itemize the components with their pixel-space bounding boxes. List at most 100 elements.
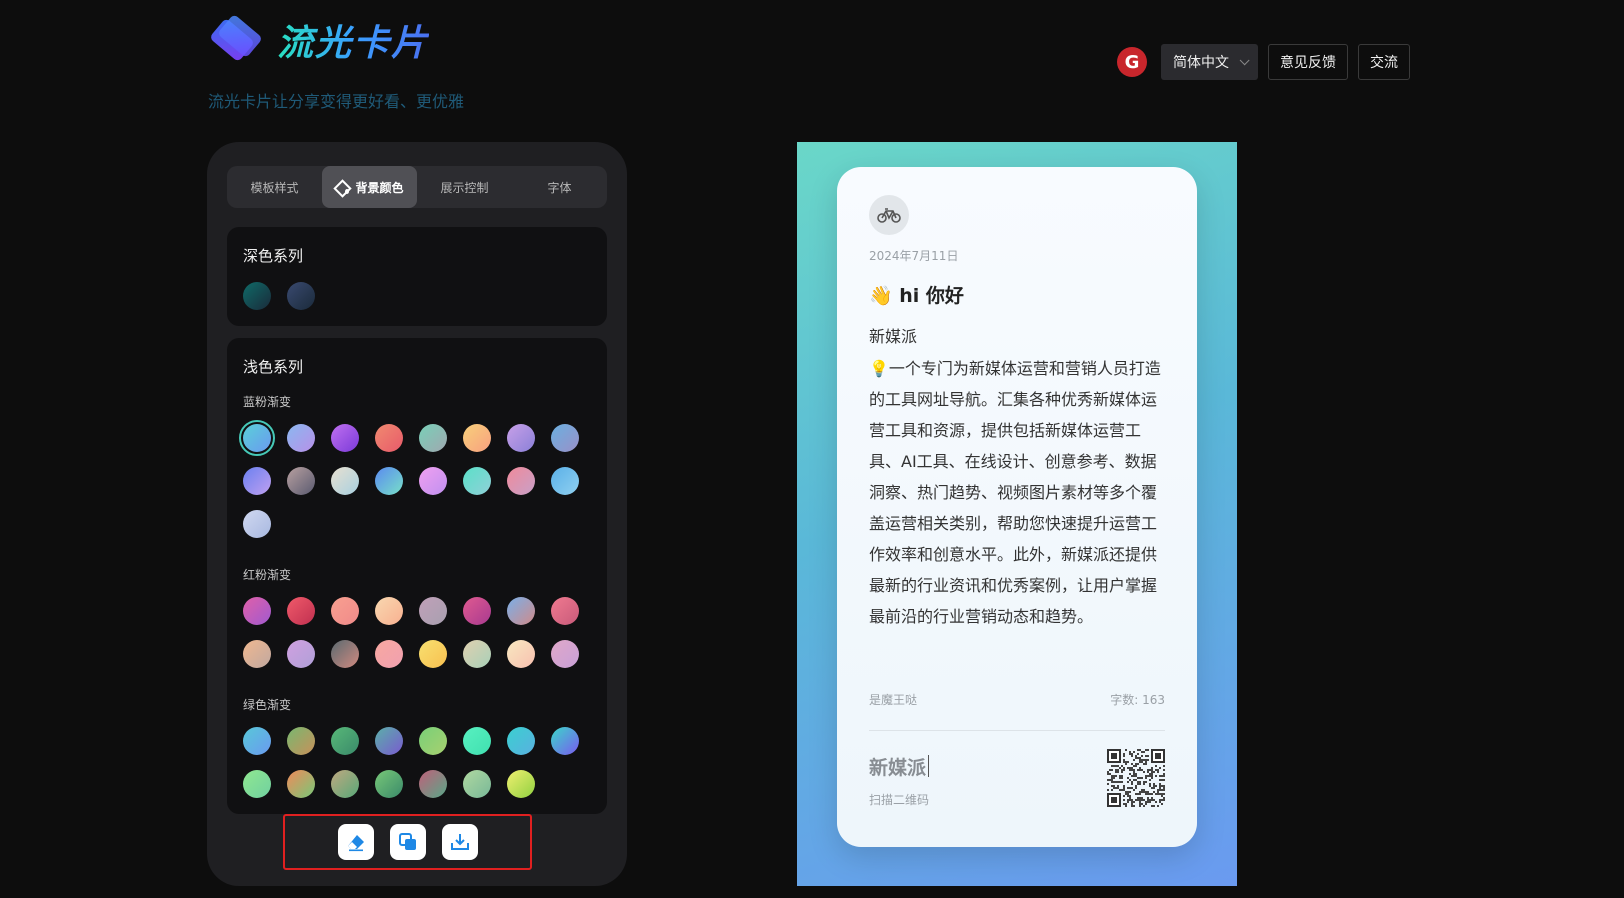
color-swatch[interactable] [331,770,359,798]
color-swatch[interactable] [331,467,359,495]
color-swatch[interactable] [239,420,275,456]
language-label: 简体中文 [1173,55,1229,71]
color-swatch[interactable] [507,597,535,625]
color-swatch[interactable] [419,424,447,452]
color-swatch[interactable] [507,770,535,798]
tab-display-control[interactable]: 展示控制 [417,166,512,208]
color-swatch[interactable] [375,467,403,495]
dark-series-title: 深色系列 [243,247,304,265]
color-swatch[interactable] [375,640,403,668]
dark-swatch-list [243,282,591,310]
color-swatch[interactable] [419,640,447,668]
color-swatch[interactable] [243,467,271,495]
exchange-button[interactable]: 交流 [1358,44,1410,80]
color-swatch[interactable] [463,597,491,625]
swatch-list [243,597,591,668]
color-swatch[interactable] [551,597,579,625]
tab-label: 字体 [547,180,572,195]
swatch-group-title: 蓝粉渐变 [243,395,292,409]
color-options-scroll[interactable]: 深色系列 浅色系列 蓝粉渐变红粉渐变绿色渐变 [227,227,607,815]
eraser-button[interactable] [337,824,374,860]
action-bar [283,814,532,870]
light-swatch-groups: 蓝粉渐变红粉渐变绿色渐变 [239,393,591,798]
color-swatch[interactable] [243,282,271,310]
card-preview-background: 2024年7月11日 👋 hi 你好 新媒派 💡一个专门为新媒体运营和营销人员打… [797,142,1237,886]
swatch-list [239,420,591,538]
card-subtitle: 新媒派 [869,327,918,346]
color-swatch[interactable] [507,640,535,668]
color-swatch[interactable] [243,770,271,798]
color-swatch[interactable] [287,640,315,668]
color-swatch[interactable] [419,597,447,625]
download-button[interactable] [441,824,478,860]
swatch-list [243,727,591,798]
dark-series-section: 深色系列 [227,227,607,326]
card-body: 💡一个专门为新媒体运营和营销人员打造的工具网址导航。汇集各种优秀新媒体运营工具和… [869,359,1161,626]
swatch-group-title: 红粉渐变 [243,568,292,582]
swatch-group-title: 绿色渐变 [243,698,292,712]
language-select[interactable]: 简体中文 [1161,44,1258,80]
tab-label: 展示控制 [440,180,489,195]
bicycle-icon[interactable] [869,195,909,235]
qr-code-icon [1107,749,1165,807]
color-swatch[interactable] [463,467,491,495]
logo[interactable]: 流光卡片 [207,13,429,66]
color-swatch[interactable] [463,640,491,668]
color-swatch[interactable] [375,770,403,798]
color-swatch[interactable] [331,424,359,452]
color-swatch[interactable] [243,727,271,755]
color-swatch[interactable] [419,467,447,495]
chevron-down-icon [1239,54,1250,65]
color-swatch[interactable] [287,597,315,625]
color-swatch[interactable] [287,770,315,798]
color-swatch[interactable] [419,727,447,755]
card-divider [869,730,1165,731]
scan-qr-text: 扫描二维码 [869,793,930,807]
color-swatch[interactable] [375,597,403,625]
tab-background-color[interactable]: 背景颜色 [322,166,417,208]
color-swatch[interactable] [551,640,579,668]
control-panel: 模板样式 背景颜色 展示控制 字体 深色系列 浅色系列 蓝粉渐变红粉渐变绿色渐变 [207,142,627,886]
color-swatch[interactable] [243,597,271,625]
color-swatch[interactable] [507,424,535,452]
preview-card: 2024年7月11日 👋 hi 你好 新媒派 💡一个专门为新媒体运营和营销人员打… [837,167,1197,847]
logo-text: 流光卡片 [277,14,429,66]
copy-button[interactable] [389,824,426,860]
top-actions: G 简体中文 意见反馈 交流 [1117,44,1410,80]
color-swatch[interactable] [419,770,447,798]
color-swatch[interactable] [331,727,359,755]
word-count: 字数: 163 [1110,693,1165,707]
tab-template-style[interactable]: 模板样式 [227,166,322,208]
color-swatch[interactable] [331,640,359,668]
color-swatch[interactable] [375,727,403,755]
gitee-icon[interactable]: G [1117,47,1147,77]
color-swatch[interactable] [243,640,271,668]
color-swatch[interactable] [551,727,579,755]
color-swatch[interactable] [331,597,359,625]
color-swatch[interactable] [287,282,315,310]
color-swatch[interactable] [551,467,579,495]
tab-label: 背景颜色 [355,180,404,195]
color-swatch[interactable] [287,424,315,452]
color-swatch[interactable] [287,727,315,755]
color-swatch[interactable] [463,770,491,798]
light-series-section: 浅色系列 蓝粉渐变红粉渐变绿色渐变 [227,338,607,814]
tab-bar: 模板样式 背景颜色 展示控制 字体 [227,166,607,208]
color-swatch[interactable] [463,727,491,755]
color-swatch[interactable] [375,424,403,452]
eraser-icon [347,835,364,852]
color-swatch[interactable] [507,467,535,495]
color-swatch[interactable] [551,424,579,452]
feedback-button[interactable]: 意见反馈 [1268,44,1348,80]
tab-font[interactable]: 字体 [512,166,607,208]
paint-bucket-icon [335,180,350,194]
color-swatch[interactable] [243,510,271,538]
card-author: 是魔王哒 [869,693,918,707]
color-swatch[interactable] [287,467,315,495]
light-series-title: 浅色系列 [243,358,304,376]
tab-label: 模板样式 [250,180,299,195]
color-swatch[interactable] [507,727,535,755]
logo-cards-icon [207,13,263,63]
color-swatch[interactable] [463,424,491,452]
card-date: 2024年7月11日 [869,249,959,263]
